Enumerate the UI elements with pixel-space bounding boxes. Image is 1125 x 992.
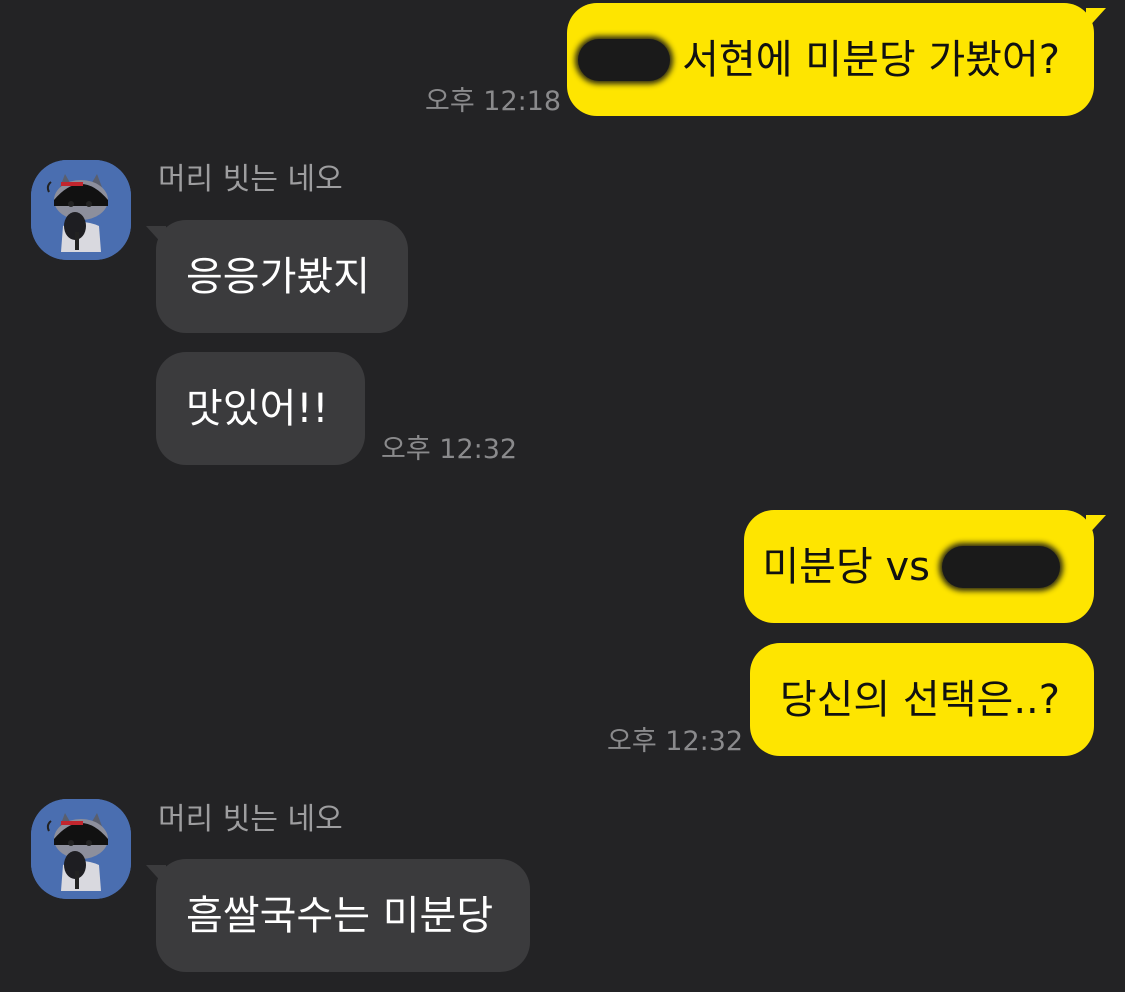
chat-screen: { "colors": { "background": "#232325", "… (0, 0, 1125, 992)
message-text: 서현에 미분당 가봤어? (682, 36, 1060, 83)
avatar[interactable] (31, 160, 131, 260)
message-timestamp: 오후 12:32 (607, 726, 744, 757)
bubble-tail (1086, 515, 1106, 537)
neo-character-icon (31, 160, 131, 260)
message-text: 맛있어!! (186, 385, 329, 432)
message-text: 당신의 선택은..? (779, 676, 1060, 723)
bubble-tail (146, 226, 166, 248)
message-text: 흠쌀국수는 미분당 (186, 892, 494, 939)
my-message-bubble[interactable]: 당신의 선택은..? (750, 643, 1094, 756)
bubble-tail (1086, 8, 1106, 30)
message-timestamp: 오후 12:32 (381, 434, 518, 465)
bubble-tail (146, 865, 166, 887)
my-message-bubble[interactable]: 미분당 vs (744, 510, 1094, 623)
their-message-bubble[interactable]: 응응가봤지 (156, 220, 408, 333)
sender-name: 머리 빗는 네오 (158, 802, 343, 837)
message-text: 미분당 vs (762, 543, 930, 590)
message-timestamp: 오후 12:18 (425, 86, 562, 117)
message-text: 응응가봤지 (186, 253, 370, 300)
redacted-name (578, 38, 671, 81)
sender-name: 머리 빗는 네오 (158, 162, 343, 197)
their-message-bubble[interactable]: 흠쌀국수는 미분당 (156, 859, 530, 972)
their-message-bubble[interactable]: 맛있어!! (156, 352, 365, 465)
avatar[interactable] (31, 799, 131, 899)
neo-character-icon (31, 799, 131, 899)
my-message-bubble[interactable]: 서현에 미분당 가봤어? (567, 3, 1094, 116)
redacted-name (942, 545, 1060, 588)
